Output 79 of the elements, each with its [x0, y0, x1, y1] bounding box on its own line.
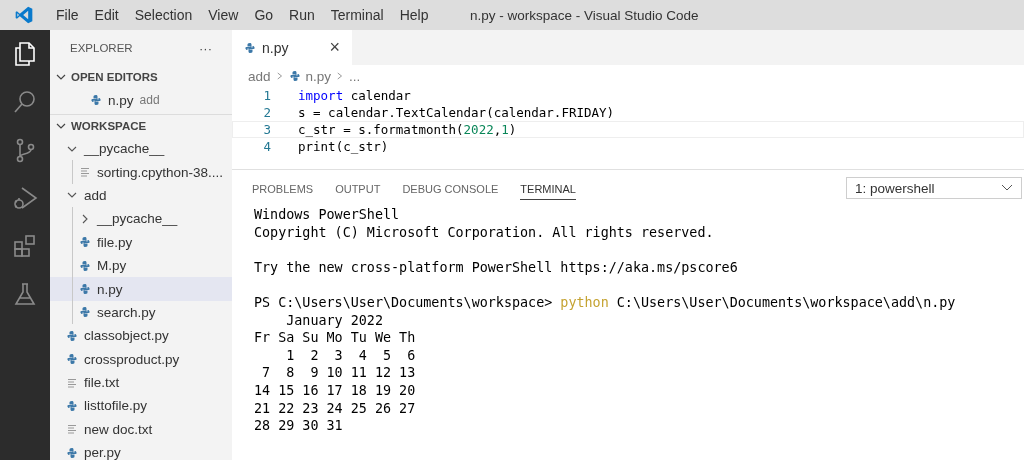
- terminal-line: January 2022: [285, 312, 383, 328]
- chevron-icon[interactable]: [56, 72, 66, 82]
- terminal-line: Windows PowerShell: [254, 207, 400, 222]
- tree-folder-name[interactable]: __pycache__: [84, 141, 165, 157]
- close-button[interactable]: ×: [329, 37, 340, 58]
- tree-file-name[interactable]: M.py: [97, 258, 127, 274]
- code-line: import calendar: [298, 88, 411, 103]
- tree-file-name[interactable]: file.txt: [84, 375, 120, 391]
- terminal-line: 7 8 9 10 11 12 13: [261, 365, 416, 381]
- menu-item[interactable]: Selection: [126, 7, 201, 23]
- menu-item[interactable]: Go: [246, 7, 282, 23]
- code-line: c_str = s.formatmonth(2022,1): [298, 122, 517, 137]
- tree-file-name[interactable]: listtofile.py: [84, 398, 148, 414]
- line-number: 3: [262, 122, 271, 137]
- terminal-line: Fr Sa Su Mo Tu We Th: [254, 330, 416, 346]
- tree-folder-name[interactable]: __pycache__: [97, 211, 178, 227]
- line-number: 1: [262, 88, 271, 103]
- tree-file-name[interactable]: sorting.cpython-38....: [97, 164, 224, 180]
- terminal-line: 14 15 16 17 18 19 20: [254, 382, 416, 398]
- folder-hint: add: [139, 93, 160, 107]
- more-actions-button[interactable]: ···: [199, 40, 212, 56]
- python-file-icon: [288, 70, 301, 82]
- breadcrumb-item[interactable]: add: [248, 68, 271, 84]
- tree-file-name[interactable]: n.py: [97, 281, 123, 297]
- terminal-line: Copyright (C) Microsoft Corporation. All rights reserved.: [254, 224, 714, 240]
- code-line: print(c_str): [298, 139, 389, 154]
- sidebar-title: EXPLORER: [70, 42, 133, 54]
- section-title[interactable]: WORKSPACE: [71, 120, 147, 132]
- tree-folder-name[interactable]: add: [84, 187, 107, 203]
- run-icon[interactable]: [11, 184, 39, 212]
- editor-tab[interactable]: n.py ×: [232, 30, 352, 65]
- tree-file-name[interactable]: per.py: [84, 445, 121, 460]
- python-file-icon: [66, 400, 78, 412]
- line-number: 4: [262, 139, 271, 154]
- text-file-icon: [66, 376, 78, 389]
- menu-item[interactable]: Run: [281, 7, 323, 23]
- app-logo-icon: [14, 5, 34, 25]
- python-file-icon: [66, 446, 78, 459]
- panel-tab[interactable]: PROBLEMS: [252, 176, 314, 200]
- breadcrumb-item[interactable]: ...: [349, 68, 361, 84]
- panel-tab[interactable]: DEBUG CONSOLE: [402, 176, 499, 200]
- menu-item[interactable]: Terminal: [322, 7, 392, 23]
- python-file-icon: [66, 329, 78, 342]
- chevron-icon: [337, 71, 344, 81]
- terminal-line: Try the new cross-platform PowerShell https://aka.ms/pscore6: [254, 259, 738, 275]
- tree-file-name[interactable]: search.py: [97, 304, 156, 320]
- text-file-icon: [79, 166, 91, 179]
- window-title: n.py - workspace - Visual Studio Code: [470, 7, 699, 23]
- menu-item[interactable]: File: [48, 7, 87, 23]
- dropdown-caret-icon: [1001, 184, 1013, 192]
- open-editor-item[interactable]: n.py: [108, 92, 134, 108]
- terminal-select[interactable]: 1: powershell: [846, 177, 1022, 199]
- tree-file-name[interactable]: new doc.txt: [84, 421, 153, 437]
- python-file-icon: [79, 306, 91, 319]
- panel-tab[interactable]: OUTPUT: [335, 176, 381, 200]
- tree-file-name[interactable]: crossproduct.py: [84, 351, 180, 367]
- terminal-line: 21 22 23 24 25 26 27: [254, 400, 416, 416]
- panel-tab[interactable]: TERMINAL: [520, 176, 576, 200]
- terminal-line: 28 29 30 31: [254, 418, 343, 434]
- line-number: 2: [262, 105, 271, 120]
- text-file-icon: [66, 423, 78, 436]
- python-file-icon: [79, 236, 91, 249]
- menu-item[interactable]: Help: [391, 7, 437, 23]
- python-file-icon: [90, 94, 102, 106]
- menu-item[interactable]: View: [200, 7, 247, 23]
- menu-item[interactable]: Edit: [86, 7, 127, 23]
- terminal-line: 1 2 3 4 5 6: [285, 347, 416, 363]
- code-line: s = calendar.TextCalendar(calendar.FRIDAY): [298, 105, 615, 120]
- python-file-icon: [79, 283, 91, 296]
- section-title[interactable]: OPEN EDITORS: [71, 71, 158, 83]
- tree-file-name[interactable]: file.py: [97, 234, 133, 250]
- python-file-icon: [79, 259, 91, 272]
- breadcrumb-item[interactable]: n.py: [305, 68, 332, 84]
- chevron-icon[interactable]: [56, 121, 66, 131]
- chevron-icon: [276, 71, 283, 81]
- python-file-icon: [66, 353, 78, 366]
- tree-file-name[interactable]: classobject.py: [84, 328, 169, 344]
- terminal-line: PS C:\Users\User\Documents\workspace> python C:\Users\User\Documents\workspace\add\n.py: [254, 294, 956, 310]
- python-file-icon: [244, 41, 256, 54]
